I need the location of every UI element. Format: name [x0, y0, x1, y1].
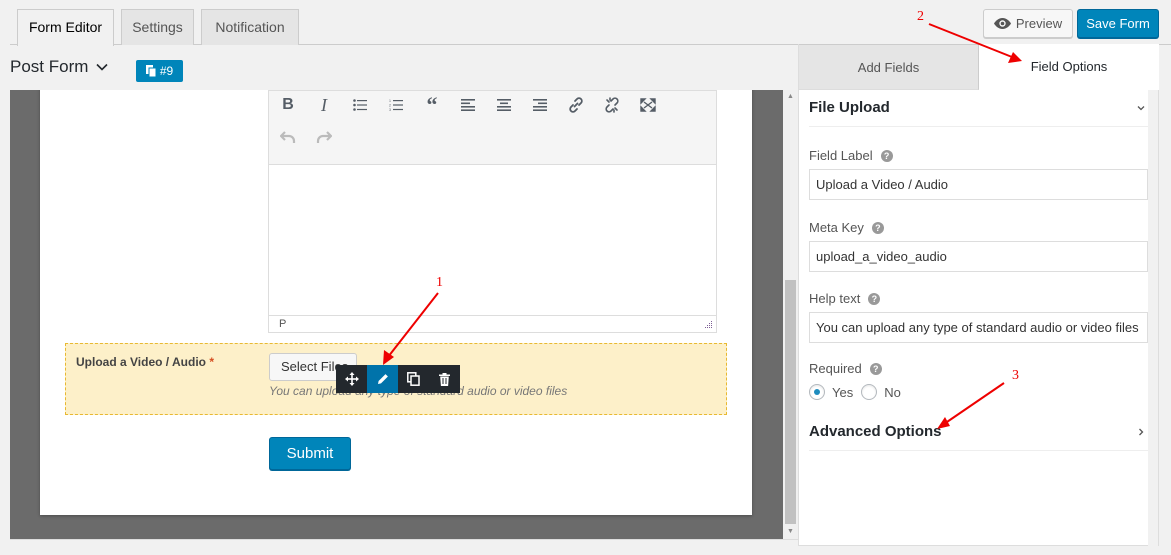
required-label: Required ?	[809, 361, 882, 376]
required-no-label: No	[884, 384, 901, 400]
help-icon[interactable]: ?	[869, 362, 882, 375]
bold-icon[interactable]: B	[274, 91, 302, 119]
editor-toolbar: B I 123 “	[269, 91, 716, 165]
required-no-option[interactable]: No	[861, 384, 901, 400]
form-selector[interactable]: Post Form	[10, 57, 108, 77]
blockquote-icon[interactable]: “	[418, 91, 446, 119]
annotation-2: 2	[917, 9, 924, 24]
file-upload-section-header[interactable]: File Upload	[809, 91, 1148, 127]
form-title: Post Form	[10, 57, 89, 76]
help-text-label-text: Help text	[809, 291, 861, 306]
tab-field-options[interactable]: Field Options	[979, 44, 1159, 90]
redo-icon[interactable]	[310, 123, 338, 151]
field-options-panel: Add Fields Field Options File Upload Fie…	[798, 44, 1159, 546]
scroll-down-arrow-icon[interactable]: ▼	[783, 525, 798, 539]
chevron-down-icon	[1137, 106, 1145, 111]
required-yes-option[interactable]: Yes	[809, 384, 853, 400]
delete-icon[interactable]	[429, 365, 460, 393]
help-icon[interactable]: ?	[871, 221, 884, 234]
panel-scrollbar[interactable]	[1148, 90, 1158, 546]
form-id-badge[interactable]: #9	[136, 60, 183, 82]
svg-text:1: 1	[389, 99, 391, 103]
meta-key-input[interactable]: upload_a_video_audio	[809, 241, 1148, 272]
resize-handle-icon[interactable]	[705, 321, 713, 329]
svg-text:3: 3	[389, 108, 391, 111]
link-icon[interactable]	[562, 91, 590, 119]
chevron-right-icon	[1139, 428, 1144, 436]
upload-field-label: Upload a Video / Audio *	[76, 355, 214, 369]
save-form-button[interactable]: Save Form	[1077, 9, 1159, 38]
duplicate-icon[interactable]	[398, 365, 429, 393]
tab-settings[interactable]: Settings	[121, 9, 194, 45]
italic-icon[interactable]: I	[310, 91, 338, 119]
bulleted-list-icon[interactable]	[346, 91, 374, 119]
required-yes-radio[interactable]	[809, 384, 825, 400]
svg-text:2: 2	[389, 104, 391, 108]
form-canvas: B I 123 “ P Upload a Video / Audio * Sel…	[10, 90, 783, 539]
tab-notification[interactable]: Notification	[201, 9, 299, 45]
preview-button[interactable]: Preview	[983, 9, 1073, 38]
help-text-label: Help text ?	[809, 291, 881, 306]
numbered-list-icon[interactable]: 123	[382, 91, 410, 119]
align-center-icon[interactable]	[490, 91, 518, 119]
align-right-icon[interactable]	[526, 91, 554, 119]
required-radio-group: Yes No	[809, 384, 909, 400]
upload-field-row[interactable]: Upload a Video / Audio * Select Files Yo…	[65, 343, 727, 415]
tab-form-editor[interactable]: Form Editor	[17, 9, 114, 46]
annotation-3: 3	[1012, 368, 1019, 383]
annotation-1: 1	[436, 275, 443, 290]
unlink-icon[interactable]	[598, 91, 626, 119]
meta-key-label-text: Meta Key	[809, 220, 864, 235]
rich-text-editor: B I 123 “ P	[268, 90, 717, 333]
copy-icon	[145, 65, 157, 77]
submit-button[interactable]: Submit	[269, 437, 351, 470]
undo-icon[interactable]	[274, 123, 302, 151]
field-label-label: Field Label ?	[809, 148, 893, 163]
help-icon[interactable]: ?	[880, 149, 893, 162]
scroll-up-arrow-icon[interactable]: ▲	[783, 90, 798, 104]
required-label-text: Required	[809, 361, 862, 376]
canvas-scrollbar[interactable]: ▲ ▼	[783, 90, 798, 539]
required-no-radio[interactable]	[861, 384, 878, 400]
panel-tabs: Add Fields Field Options	[799, 44, 1159, 90]
tab-add-fields[interactable]: Add Fields	[799, 44, 979, 90]
advanced-options-header[interactable]: Advanced Options	[809, 415, 1148, 451]
scrollbar-thumb[interactable]	[785, 280, 796, 524]
field-label-label-text: Field Label	[809, 148, 873, 163]
canvas-bottom-border	[10, 539, 798, 540]
advanced-options-title: Advanced Options	[809, 423, 942, 440]
move-icon[interactable]	[336, 365, 367, 393]
preview-label: Preview	[1015, 16, 1063, 31]
section-title: File Upload	[809, 99, 890, 116]
upload-field-label-text: Upload a Video / Audio	[76, 355, 207, 369]
meta-key-label: Meta Key ?	[809, 220, 884, 235]
form-preview: B I 123 “ P Upload a Video / Audio * Sel…	[40, 90, 752, 515]
required-asterisk: *	[209, 355, 215, 369]
field-action-toolbar	[336, 365, 460, 393]
field-label-input[interactable]: Upload a Video / Audio	[809, 169, 1148, 200]
eye-icon	[993, 18, 1011, 29]
form-id: #9	[159, 64, 174, 78]
fullscreen-icon[interactable]	[634, 91, 662, 119]
help-icon[interactable]: ?	[868, 292, 881, 305]
chevron-down-icon	[96, 63, 108, 71]
edit-icon[interactable]	[367, 365, 398, 393]
align-left-icon[interactable]	[454, 91, 482, 119]
required-yes-label: Yes	[832, 384, 854, 400]
help-text-input[interactable]: You can upload any type of standard audi…	[809, 312, 1148, 343]
editor-status-path: P	[269, 315, 716, 332]
